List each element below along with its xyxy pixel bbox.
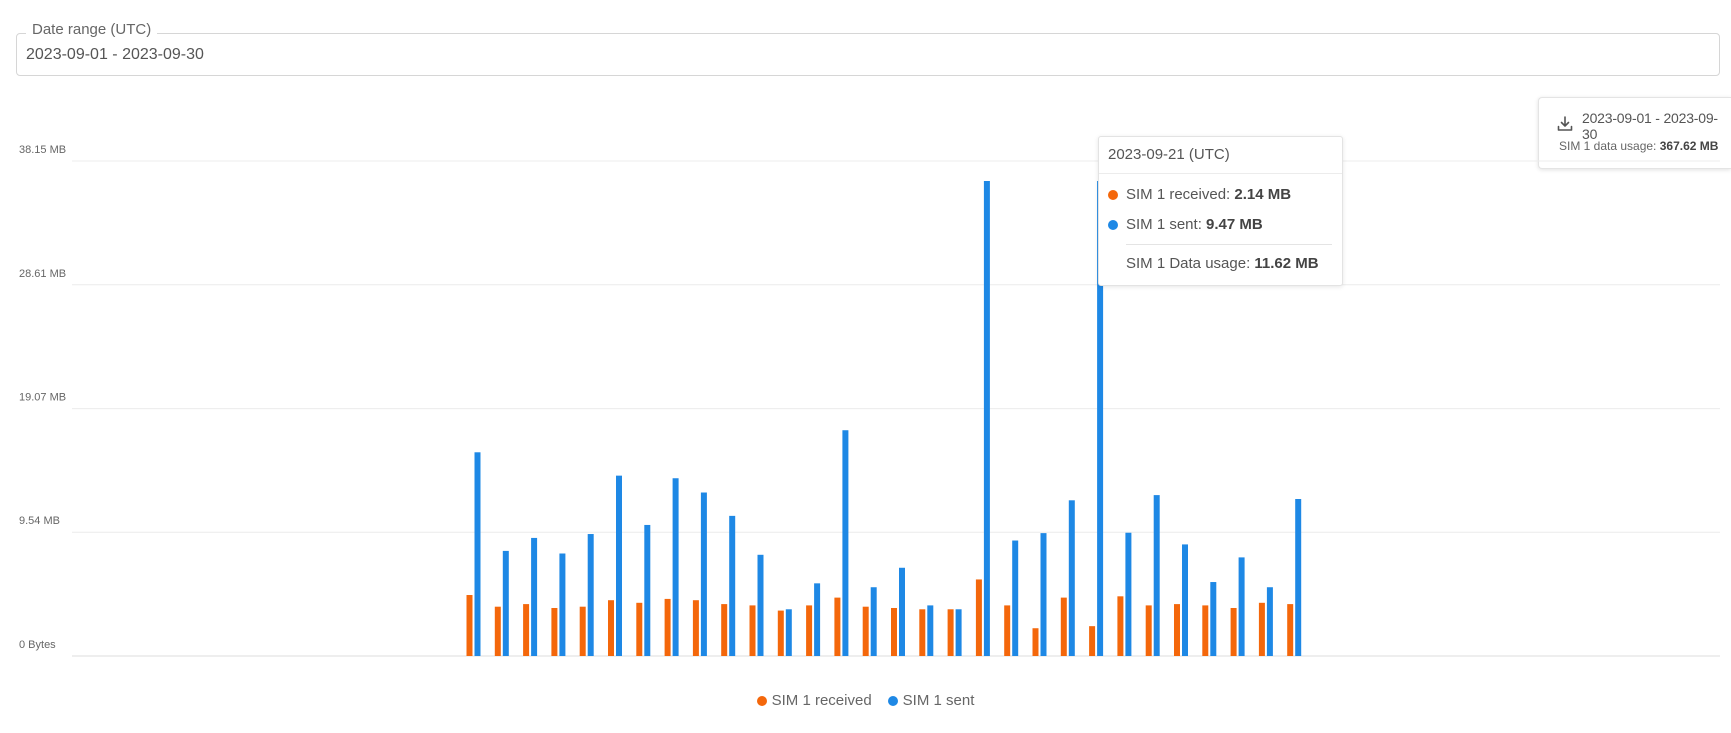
legend-item-sent[interactable]: SIM 1 sent [887,692,975,709]
bar-sent-2023-09-17[interactable] [927,605,934,656]
tooltip-total-value: 11.62 MB [1254,255,1319,272]
data-usage-chart: 0 Bytes 9.54 MB 19.07 MB 28.61 MB 38.15 MB [19,144,1720,657]
bar-sent-2023-09-08[interactable] [672,478,679,656]
sent-dot-icon [1108,219,1118,230]
y-tick-label: 38.15 MB [19,144,66,156]
bar-received-2023-09-12[interactable] [777,610,784,656]
bar-received-2023-09-21[interactable] [1032,628,1039,656]
bar-received-2023-09-26[interactable] [1174,604,1180,656]
bar-received-2023-09-30[interactable] [1287,604,1294,656]
y-tick-label: 0 Bytes [19,639,56,651]
bar-received-2023-09-27[interactable] [1202,605,1209,656]
bar-sent-2023-09-09[interactable] [700,492,707,656]
bar-sent-2023-09-01[interactable] [474,452,481,656]
tooltip-sent-label: SIM 1 sent: [1126,216,1202,233]
y-tick-label: 9.54 MB [19,515,60,527]
tooltip-received-row: SIM 1 received: 2.14 MB [1108,186,1291,203]
bar-received-2023-09-15[interactable] [862,606,869,656]
bar-received-2023-09-25[interactable] [1145,605,1152,656]
tooltip-received-label: SIM 1 received: [1126,186,1231,203]
bar-sent-2023-09-30[interactable] [1295,499,1302,656]
bar-sent-2023-09-06[interactable] [616,475,622,656]
bar-received-2023-09-19[interactable] [975,579,982,656]
bar-received-2023-09-11[interactable] [749,605,756,656]
tooltip-sent-row: SIM 1 sent: 9.47 MB [1108,216,1263,233]
legend-sent-dot-icon [887,695,898,706]
bar-received-2023-09-10[interactable] [721,604,728,656]
bar-received-2023-09-13[interactable] [806,605,813,656]
bar-sent-2023-09-04[interactable] [559,553,566,656]
bar-sent-2023-09-02[interactable] [502,550,509,656]
bar-sent-2023-09-28[interactable] [1238,557,1245,656]
bar-received-2023-09-20[interactable] [1004,605,1011,656]
bar-received-2023-09-04[interactable] [551,607,558,656]
bar-received-2023-09-07[interactable] [636,602,643,656]
bar-sent-2023-09-29[interactable] [1266,587,1273,656]
bar-sent-2023-09-21[interactable] [1040,533,1047,656]
bar-received-2023-09-14[interactable] [834,597,841,656]
bar-sent-2023-09-12[interactable] [785,609,792,656]
bar-received-2023-09-16[interactable] [891,607,897,656]
y-tick-label: 19.07 MB [19,392,66,404]
bar-sent-2023-09-16[interactable] [899,567,905,656]
bar-received-2023-09-08[interactable] [664,598,671,656]
bar-received-2023-09-23[interactable] [1089,626,1096,656]
chart-legend: SIM 1 received SIM 1 sent [0,692,1731,709]
legend-item-received[interactable]: SIM 1 received [756,692,872,709]
bar-received-2023-09-24[interactable] [1117,596,1124,656]
legend-received-label: SIM 1 received [771,692,872,709]
bar-sent-2023-09-11[interactable] [757,554,764,656]
tooltip-date: 2023-09-21 (UTC) [1108,146,1230,163]
bar-sent-2023-09-13[interactable] [814,583,821,656]
bar-sent-2023-09-25[interactable] [1153,495,1160,656]
bar-received-2023-09-09[interactable] [692,600,699,656]
bar-received-2023-09-29[interactable] [1258,602,1265,656]
legend-received-dot-icon [756,695,767,706]
bar-received-2023-09-22[interactable] [1060,597,1067,656]
tooltip-total-label: SIM 1 Data usage: [1126,255,1251,272]
received-dot-icon [1108,189,1118,200]
bar-received-2023-09-02[interactable] [494,606,501,656]
bar-sent-2023-09-03[interactable] [531,537,538,656]
legend-sent-label: SIM 1 sent [902,692,975,709]
bar-sent-2023-09-24[interactable] [1125,532,1132,656]
bar-sent-2023-09-10[interactable] [729,515,736,656]
bar-received-2023-09-18[interactable] [947,609,954,656]
bar-sent-2023-09-20[interactable] [1012,540,1019,656]
tooltip-received-value: 2.14 MB [1234,186,1292,203]
tooltip-divider [1126,244,1332,245]
bar-sent-2023-09-07[interactable] [644,524,651,656]
bar-received-2023-09-05[interactable] [579,606,586,656]
bar-sent-2023-09-05[interactable] [587,534,594,656]
bar-received-2023-09-28[interactable] [1230,607,1237,656]
bar-received-2023-09-17[interactable] [919,609,926,656]
bar-sent-2023-09-26[interactable] [1182,544,1188,656]
tooltip-divider-top [1099,173,1342,174]
bar-received-2023-09-03[interactable] [523,604,530,656]
bar-sent-2023-09-15[interactable] [870,587,877,656]
bar-sent-2023-09-14[interactable] [842,430,849,656]
bar-sent-2023-09-18[interactable] [955,609,962,656]
y-tick-label: 28.61 MB [19,268,66,280]
tooltip-total: SIM 1 Data usage: 11.62 MB [1126,255,1319,272]
tooltip-sent-value: 9.47 MB [1206,216,1263,233]
chart-tooltip: 2023-09-21 (UTC) SIM 1 received: 2.14 MB… [1098,136,1343,286]
bar-received-2023-09-01[interactable] [466,595,473,656]
bar-received-2023-09-06[interactable] [608,600,614,656]
bar-sent-2023-09-27[interactable] [1210,582,1217,656]
bar-sent-2023-09-22[interactable] [1068,500,1075,656]
bar-sent-2023-09-19[interactable] [983,181,990,656]
